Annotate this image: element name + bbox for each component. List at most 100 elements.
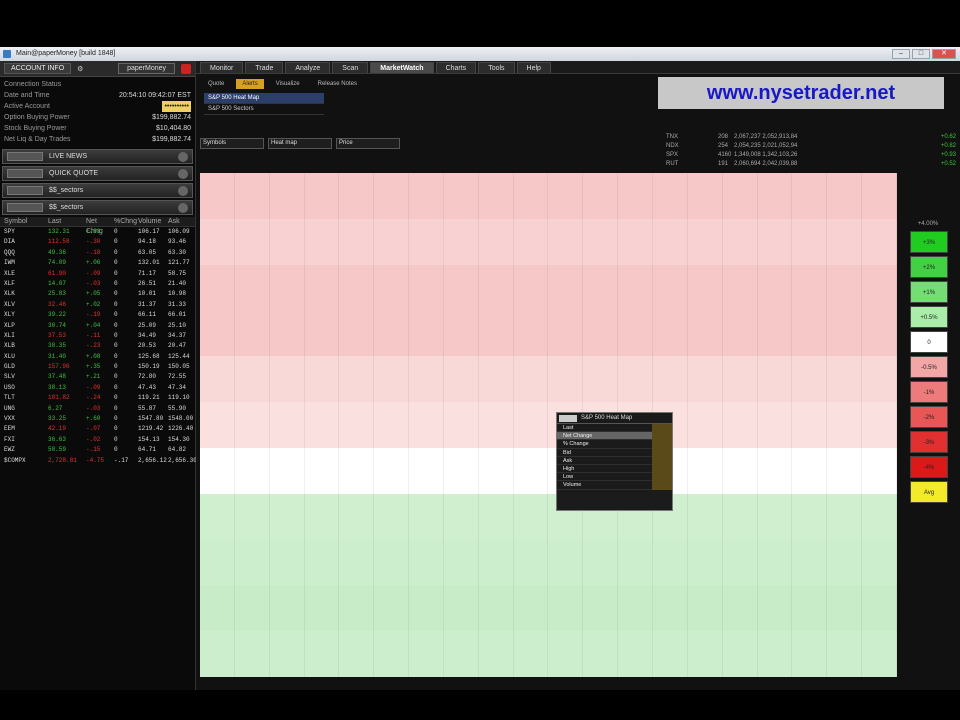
heat-map-tile[interactable] <box>339 661 375 677</box>
heat-map-tile[interactable] <box>200 570 235 586</box>
heat-map-tile[interactable] <box>513 447 549 464</box>
heat-map-tile[interactable] <box>687 417 723 433</box>
heat-map-tile[interactable] <box>513 661 549 677</box>
heat-map-tile[interactable] <box>722 295 758 311</box>
heat-map-tile[interactable] <box>583 234 619 250</box>
heat-map-tile[interactable] <box>757 279 793 296</box>
subtab-2[interactable]: Visualize <box>270 79 306 89</box>
heat-map-tile[interactable] <box>269 325 305 341</box>
heat-map-tile[interactable] <box>687 188 723 204</box>
account-info-tab[interactable]: ACCOUNT INFO <box>4 63 72 74</box>
heat-map-tile[interactable] <box>548 340 584 357</box>
heat-map-tile[interactable] <box>269 340 305 357</box>
heat-map-tile[interactable] <box>618 279 654 296</box>
heat-map-tile[interactable] <box>827 340 863 357</box>
heat-map-tile[interactable] <box>862 310 897 326</box>
heat-map-tile[interactable] <box>234 417 270 433</box>
heat-map-tile[interactable] <box>269 646 305 662</box>
heat-map-tile[interactable] <box>304 646 340 662</box>
heat-map-tile[interactable] <box>792 508 828 525</box>
heat-map-tile[interactable] <box>687 585 723 601</box>
heat-map-tile[interactable] <box>862 249 897 265</box>
heat-map-tile[interactable] <box>269 234 305 250</box>
heat-map-tile[interactable] <box>374 615 410 632</box>
heat-map-tile[interactable] <box>200 493 235 509</box>
heat-map-tile[interactable] <box>269 463 305 479</box>
heat-map-tile[interactable] <box>827 325 863 341</box>
heat-map-tile[interactable] <box>443 646 479 662</box>
heat-map-tile[interactable] <box>757 524 793 540</box>
heat-map-tile[interactable] <box>443 631 479 647</box>
heat-map-tile[interactable] <box>304 188 340 204</box>
heat-map-tile[interactable] <box>409 661 444 677</box>
heat-map-tile[interactable] <box>653 615 688 632</box>
heat-map-tile[interactable] <box>513 356 549 372</box>
heat-map-tile[interactable] <box>269 386 305 403</box>
heat-map-tile[interactable] <box>722 600 758 616</box>
heat-map-tile[interactable] <box>409 447 444 464</box>
filter-dropdown[interactable]: Symbols <box>200 138 264 149</box>
heat-map-tile[interactable] <box>269 539 305 555</box>
heat-map-tile[interactable] <box>757 554 793 571</box>
heat-map-tile[interactable] <box>374 340 410 357</box>
heat-map-tile[interactable] <box>862 539 897 555</box>
heat-map-tile[interactable] <box>583 264 619 280</box>
heat-map-tile[interactable] <box>339 173 375 189</box>
heat-map-tile[interactable] <box>687 524 723 540</box>
heat-map-tile[interactable] <box>443 173 479 189</box>
heat-map-tile[interactable] <box>304 463 340 479</box>
heat-map-tile[interactable] <box>269 188 305 204</box>
heat-map-tile[interactable] <box>304 249 340 265</box>
heat-map-tile[interactable] <box>653 325 688 341</box>
heat-map-tile[interactable] <box>200 340 235 357</box>
heat-map-tile[interactable] <box>443 508 479 525</box>
close-icon[interactable]: ✕ <box>932 49 956 59</box>
heat-map-tile[interactable] <box>687 570 723 586</box>
heat-map-tile[interactable] <box>618 600 654 616</box>
heat-map-tile[interactable] <box>513 402 549 418</box>
watchlist-row[interactable]: GLD 157.96 +.35 0 150.19 150.05 <box>0 362 195 372</box>
heat-map-tile[interactable] <box>304 600 340 616</box>
heat-map-tile[interactable] <box>583 661 619 677</box>
heat-map-tile[interactable] <box>234 340 270 357</box>
heat-map-tile[interactable] <box>827 279 863 296</box>
heat-map-tile[interactable] <box>827 264 863 280</box>
heat-map-tile[interactable] <box>548 539 584 555</box>
heat-map-tile[interactable] <box>757 218 793 235</box>
heat-map-tile[interactable] <box>757 585 793 601</box>
heat-map-tile[interactable] <box>478 218 514 235</box>
heat-map-tile[interactable] <box>792 554 828 571</box>
heat-map-tile[interactable] <box>548 600 584 616</box>
heat-map-tile[interactable] <box>722 279 758 296</box>
heatmap-list-item[interactable]: S&P 500 Sectors <box>204 104 324 115</box>
heat-map-tile[interactable] <box>200 188 235 204</box>
heat-map-tile[interactable] <box>374 295 410 311</box>
heat-map-tile[interactable] <box>827 585 863 601</box>
heat-map-tile[interactable] <box>374 234 410 250</box>
heat-map-tile[interactable] <box>304 386 340 403</box>
heat-map-tile[interactable] <box>513 234 549 250</box>
heat-map-tile[interactable] <box>374 325 410 341</box>
heat-map-grid[interactable] <box>200 173 897 677</box>
heat-map-tile[interactable] <box>478 203 514 219</box>
heat-map-tile[interactable] <box>478 463 514 479</box>
heat-map-tile[interactable] <box>687 661 723 677</box>
heat-map-tile[interactable] <box>443 493 479 509</box>
heat-map-tile[interactable] <box>339 631 375 647</box>
heat-map-tile[interactable] <box>339 340 375 357</box>
heat-map-tile[interactable] <box>583 386 619 403</box>
heat-map-tile[interactable] <box>200 173 235 189</box>
heat-map-tile[interactable] <box>792 402 828 418</box>
heat-map-tile[interactable] <box>200 478 235 494</box>
heat-map-tile[interactable] <box>443 371 479 387</box>
heat-map-tile[interactable] <box>653 646 688 662</box>
heat-map-tile[interactable] <box>234 432 270 448</box>
heat-map-tile[interactable] <box>304 631 340 647</box>
watchlist-row[interactable]: XLU 31.40 +.08 0 125.68 125.44 <box>0 352 195 362</box>
watchlist-row[interactable]: FXI 36.63 -.02 0 154.13 154.30 <box>0 435 195 445</box>
heat-map-tile[interactable] <box>304 585 340 601</box>
heat-map-tile[interactable] <box>200 279 235 296</box>
heat-map-tile[interactable] <box>862 295 897 311</box>
heat-map-tile[interactable] <box>618 234 654 250</box>
heat-map-tile[interactable] <box>618 615 654 632</box>
